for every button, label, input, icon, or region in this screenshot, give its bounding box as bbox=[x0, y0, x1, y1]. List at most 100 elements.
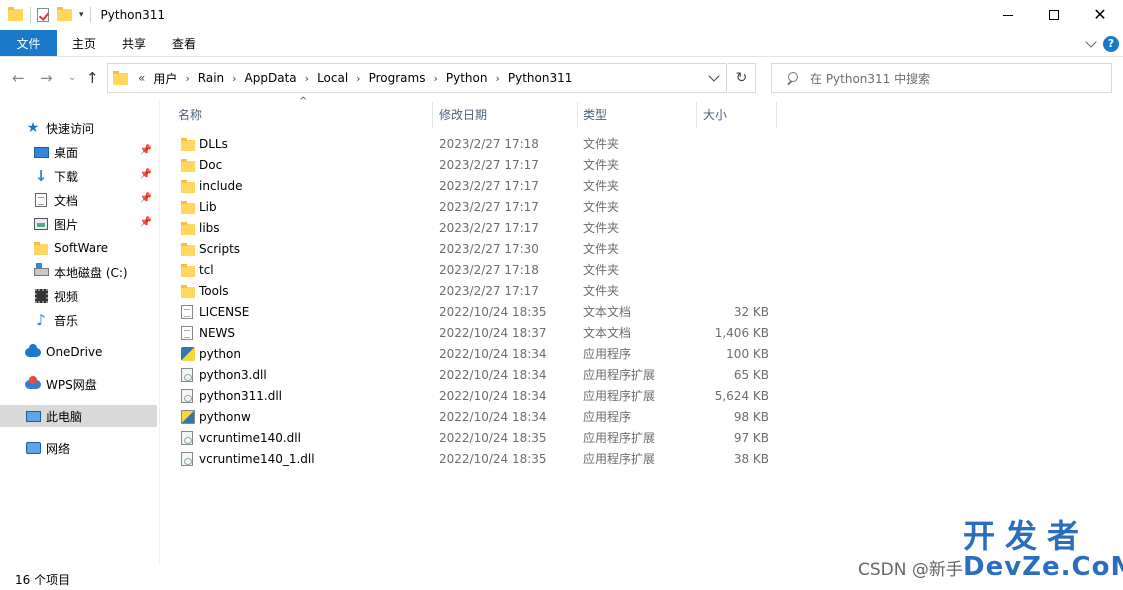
tab-view[interactable]: 查看 bbox=[159, 30, 209, 56]
column-divider[interactable] bbox=[776, 102, 777, 128]
file-row[interactable]: libs 2023/2/27 17:17 文件夹 bbox=[161, 218, 1123, 239]
pin-icon[interactable]: 📌 bbox=[140, 145, 152, 156]
pin-icon[interactable]: 📌 bbox=[140, 193, 152, 204]
pin-icon[interactable]: 📌 bbox=[140, 169, 152, 180]
file-size bbox=[697, 155, 769, 176]
sidebar-item-label: 快速访问 bbox=[46, 121, 95, 136]
dll-icon bbox=[181, 452, 193, 466]
chevron-right-icon[interactable]: › bbox=[495, 72, 499, 85]
file-name: python311.dll bbox=[199, 389, 282, 403]
chevron-right-icon[interactable]: › bbox=[356, 72, 360, 85]
chevron-right-icon[interactable]: › bbox=[305, 72, 309, 85]
file-row[interactable]: python311.dll 2022/10/24 18:34 应用程序扩展 5,624… bbox=[161, 386, 1123, 407]
file-row[interactable]: vcruntime140_1.dll 2022/10/24 18:35 应用程序扩展… bbox=[161, 449, 1123, 470]
address-bar[interactable]: « 用户 › Rain › AppData › Local › Programs… bbox=[107, 63, 727, 93]
chevron-right-icon[interactable]: › bbox=[185, 72, 189, 85]
title-bar: ▾ Python311 ✕ bbox=[0, 0, 1123, 30]
file-date: 2023/2/27 17:17 bbox=[439, 284, 539, 298]
breadcrumb-item[interactable]: Python bbox=[446, 71, 488, 85]
customize-toolbar-dropdown[interactable]: ▾ bbox=[79, 10, 84, 20]
properties-icon[interactable] bbox=[37, 7, 53, 23]
sidebar-item-network[interactable]: 网络 bbox=[0, 437, 157, 459]
file-row[interactable]: vcruntime140.dll 2022/10/24 18:35 应用程序扩展 97… bbox=[161, 428, 1123, 449]
sidebar-item-quick-access[interactable]: ★ 快速访问 bbox=[0, 117, 157, 139]
sidebar-item-desktop[interactable]: 桌面 📌 bbox=[0, 141, 157, 163]
file-row[interactable]: tcl 2023/2/27 17:18 文件夹 bbox=[161, 260, 1123, 281]
file-type: 应用程序 bbox=[583, 347, 632, 361]
pin-icon[interactable]: 📌 bbox=[140, 217, 152, 228]
file-row[interactable]: Lib 2023/2/27 17:17 文件夹 bbox=[161, 197, 1123, 218]
file-type: 文本文档 bbox=[583, 305, 632, 319]
file-type: 文件夹 bbox=[583, 137, 620, 151]
text-file-icon bbox=[181, 305, 193, 319]
sidebar-item-onedrive[interactable]: OneDrive bbox=[0, 341, 157, 363]
column-header-name[interactable]: 名称 bbox=[178, 100, 432, 128]
file-type: 文件夹 bbox=[583, 221, 620, 235]
column-header-date[interactable]: 修改日期 bbox=[439, 100, 577, 128]
breadcrumb-item[interactable]: Programs bbox=[369, 71, 426, 85]
chevron-right-icon[interactable]: › bbox=[433, 72, 437, 85]
minimize-button[interactable] bbox=[985, 0, 1031, 30]
file-row[interactable]: DLLs 2023/2/27 17:18 文件夹 bbox=[161, 134, 1123, 155]
sidebar-item-videos[interactable]: 视频 bbox=[0, 285, 157, 307]
sidebar-item-documents[interactable]: 文档 📌 bbox=[0, 189, 157, 211]
column-header-size[interactable]: 大小 bbox=[703, 100, 773, 128]
tab-share[interactable]: 共享 bbox=[109, 30, 159, 56]
maximize-button[interactable] bbox=[1031, 0, 1077, 30]
chevron-right-icon[interactable]: › bbox=[232, 72, 236, 85]
sidebar-item-local-disk[interactable]: 本地磁盘 (C:) bbox=[0, 261, 157, 283]
sidebar-item-pictures[interactable]: 图片 📌 bbox=[0, 213, 157, 235]
sidebar-item-label: SoftWare bbox=[54, 241, 109, 255]
file-row[interactable]: Doc 2023/2/27 17:17 文件夹 bbox=[161, 155, 1123, 176]
column-divider[interactable] bbox=[432, 102, 433, 128]
breadcrumb-item[interactable]: Local bbox=[317, 71, 348, 85]
back-arrow-icon[interactable]: ← bbox=[12, 69, 25, 87]
file-row[interactable]: LICENSE 2022/10/24 18:35 文本文档 32 KB bbox=[161, 302, 1123, 323]
dll-icon bbox=[181, 431, 193, 445]
column-divider[interactable] bbox=[577, 102, 578, 128]
folder-icon bbox=[181, 222, 195, 235]
new-folder-icon[interactable] bbox=[57, 7, 73, 23]
file-type: 文件夹 bbox=[583, 242, 620, 256]
column-header-type[interactable]: 类型 bbox=[583, 100, 695, 128]
tab-file[interactable]: 文件 bbox=[0, 30, 57, 56]
column-header-label: 修改日期 bbox=[439, 107, 488, 122]
folder-icon bbox=[33, 240, 49, 256]
window-title: Python311 bbox=[100, 8, 166, 22]
help-icon[interactable]: ? bbox=[1103, 35, 1119, 52]
expand-ribbon-icon[interactable] bbox=[1085, 35, 1097, 48]
file-size: 97 KB bbox=[733, 431, 769, 445]
folder-icon bbox=[181, 264, 195, 277]
sidebar-item-this-pc[interactable]: 此电脑 bbox=[0, 405, 157, 427]
sidebar-item-label: 音乐 bbox=[54, 313, 79, 328]
file-row[interactable]: Scripts 2023/2/27 17:30 文件夹 bbox=[161, 239, 1123, 260]
address-history-dropdown[interactable] bbox=[708, 70, 720, 82]
recent-locations-icon[interactable]: ⌄ bbox=[68, 72, 76, 83]
sidebar-item-music[interactable]: ♪ 音乐 bbox=[0, 309, 157, 331]
breadcrumb-item[interactable]: Python311 bbox=[508, 71, 573, 85]
up-arrow-icon[interactable]: ↑ bbox=[86, 69, 99, 87]
forward-arrow-icon[interactable]: → bbox=[40, 69, 53, 87]
maximize-icon bbox=[1049, 10, 1059, 20]
file-date: 2023/2/27 17:17 bbox=[439, 221, 539, 235]
breadcrumb-item[interactable]: AppData bbox=[245, 71, 297, 85]
tab-home[interactable]: 主页 bbox=[59, 30, 109, 56]
file-row[interactable]: pythonw 2022/10/24 18:34 应用程序 98 KB bbox=[161, 407, 1123, 428]
file-row[interactable]: NEWS 2022/10/24 18:37 文本文档 1,406 KB bbox=[161, 323, 1123, 344]
breadcrumb-item[interactable]: Rain bbox=[198, 71, 224, 85]
file-row[interactable]: include 2023/2/27 17:17 文件夹 bbox=[161, 176, 1123, 197]
refresh-button[interactable]: ↻ bbox=[728, 63, 756, 93]
star-icon: ★ bbox=[26, 120, 40, 136]
close-button[interactable]: ✕ bbox=[1077, 0, 1123, 30]
column-divider[interactable] bbox=[696, 102, 697, 128]
sidebar-item-software[interactable]: SoftWare bbox=[0, 237, 157, 259]
file-row[interactable]: python 2022/10/24 18:34 应用程序 100 KB bbox=[161, 344, 1123, 365]
sidebar-item-downloads[interactable]: ↓ 下载 📌 bbox=[0, 165, 157, 187]
sidebar-item-wps-cloud[interactable]: WPS网盘 bbox=[0, 373, 157, 395]
breadcrumb-item[interactable]: 用户 bbox=[153, 70, 177, 87]
pythonw-exe-icon bbox=[181, 410, 195, 424]
search-input[interactable]: 在 Python311 中搜索 bbox=[771, 63, 1112, 93]
breadcrumb-overflow[interactable]: « bbox=[138, 71, 145, 85]
file-row[interactable]: python3.dll 2022/10/24 18:34 应用程序扩展 65 KB bbox=[161, 365, 1123, 386]
file-row[interactable]: Tools 2023/2/27 17:17 文件夹 bbox=[161, 281, 1123, 302]
